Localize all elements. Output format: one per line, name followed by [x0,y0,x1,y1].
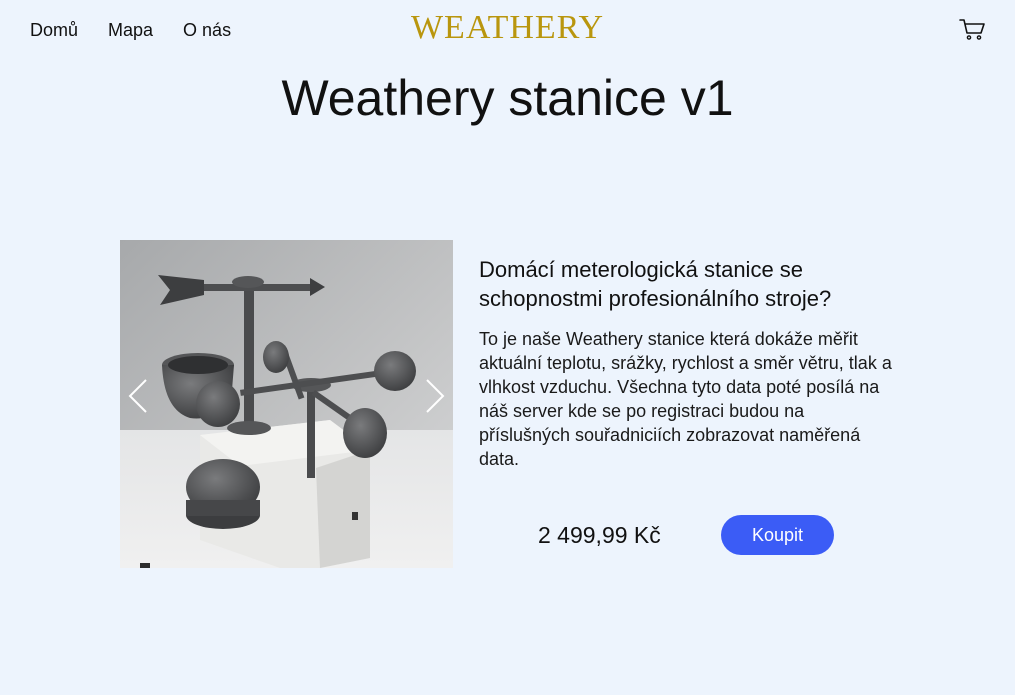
product-info: Domácí meterologická stanice se schopnos… [479,255,899,471]
page-title: Weathery stanice v1 [281,70,734,126]
carousel-prev-button[interactable] [122,372,154,420]
chevron-right-icon [426,379,445,413]
product-carousel[interactable] [120,240,453,568]
nav-item-home[interactable]: Domů [30,18,78,42]
product-heading: Domácí meterologická stanice se schopnos… [479,257,832,311]
product-image [120,240,453,568]
nav-item-map[interactable]: Mapa [108,18,153,42]
cart-icon [959,19,985,40]
chevron-left-icon [128,379,147,413]
product-price: 2 499,99 Kč [538,522,661,548]
cart-button[interactable] [958,16,986,42]
product-description: To je naše Weathery stanice která dokáže… [479,329,892,469]
main-nav: Domů Mapa O nás [30,18,261,42]
nav-item-about[interactable]: O nás [183,18,231,42]
buy-button[interactable]: Koupit [721,515,834,555]
carousel-next-button[interactable] [419,372,451,420]
